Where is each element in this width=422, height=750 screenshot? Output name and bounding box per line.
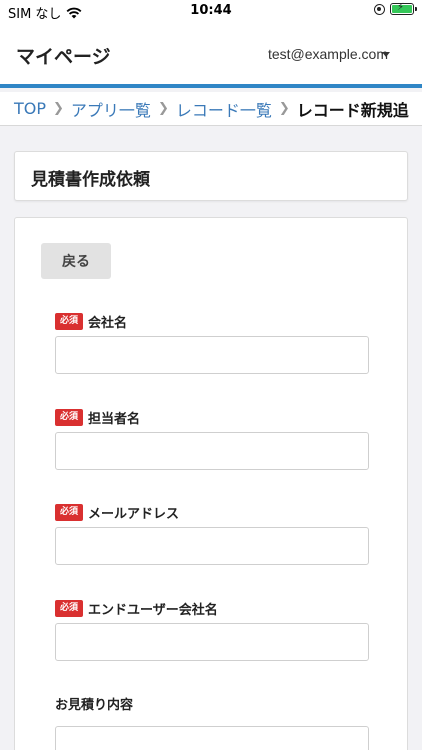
end-user-company-input[interactable] [55, 623, 369, 661]
back-button[interactable]: 戻る [41, 243, 111, 279]
status-right: ⚡ [374, 2, 417, 15]
form-title: 見積書作成依頼 [31, 170, 150, 190]
breadcrumb-current: レコード新規追 [296, 100, 409, 120]
contact-name-input[interactable] [55, 432, 369, 470]
battery-icon: ⚡ [390, 2, 417, 15]
field-company-name: 必須 会社名 [55, 311, 369, 374]
required-badge: 必須 [55, 599, 84, 617]
breadcrumb-top[interactable]: TOP [14, 99, 46, 118]
chevron-right-icon: ❯ [278, 101, 290, 116]
company-name-input[interactable] [55, 336, 369, 374]
chevron-right-icon: ❯ [53, 101, 64, 116]
page-title: マイページ [16, 46, 111, 68]
estimate-details-input[interactable] [55, 726, 369, 750]
field-label-row: 必須 担当者名 [55, 407, 369, 427]
breadcrumb-record-list[interactable]: レコード一覧 [176, 97, 272, 121]
orientation-lock-icon [374, 3, 385, 15]
field-label: メールアドレス [88, 506, 180, 522]
required-badge: 必須 [55, 408, 84, 426]
field-end-user-company: 必須 エンドユーザー会社名 [55, 598, 369, 661]
chevron-right-icon: ❯ [157, 101, 169, 116]
field-label-row: 必須 メールアドレス [55, 502, 369, 522]
required-badge: 必須 [55, 503, 84, 521]
breadcrumb-app-list[interactable]: アプリ一覧 [71, 97, 151, 121]
app-header: マイページ test@example.com [0, 22, 422, 88]
field-label: お見積り内容 [55, 697, 134, 713]
email-input[interactable] [55, 527, 369, 565]
field-label: エンドユーザー会社名 [88, 602, 218, 618]
field-label-row: お見積り内容 [55, 693, 369, 713]
required-badge: 必須 [55, 312, 84, 330]
status-bar: SIM なし 10:44 ⚡ [0, 0, 422, 22]
field-email: 必須 メールアドレス [55, 502, 369, 565]
field-label-row: 必須 会社名 [55, 311, 369, 331]
status-time: 10:44 [190, 3, 232, 18]
field-contact-name: 必須 担当者名 [55, 407, 369, 470]
field-label-row: 必須 エンドユーザー会社名 [55, 598, 369, 618]
field-label: 担当者名 [88, 411, 141, 427]
field-label: 会社名 [88, 315, 128, 331]
field-estimate-details: お見積り内容 [55, 693, 369, 750]
breadcrumb: TOP ❯ アプリ一覧 ❯ レコード一覧 ❯ レコード新規追 [0, 92, 422, 126]
form-title-card: 見積書作成依頼 [14, 151, 408, 201]
user-menu[interactable]: test@example.com [268, 46, 388, 62]
form-card: 戻る 必須 会社名 必須 担当者名 必須 メールアドレス 必須 エンドユーザー会… [14, 217, 408, 750]
chevron-down-icon[interactable] [382, 52, 390, 57]
charging-bolt-icon: ⚡ [397, 2, 405, 13]
